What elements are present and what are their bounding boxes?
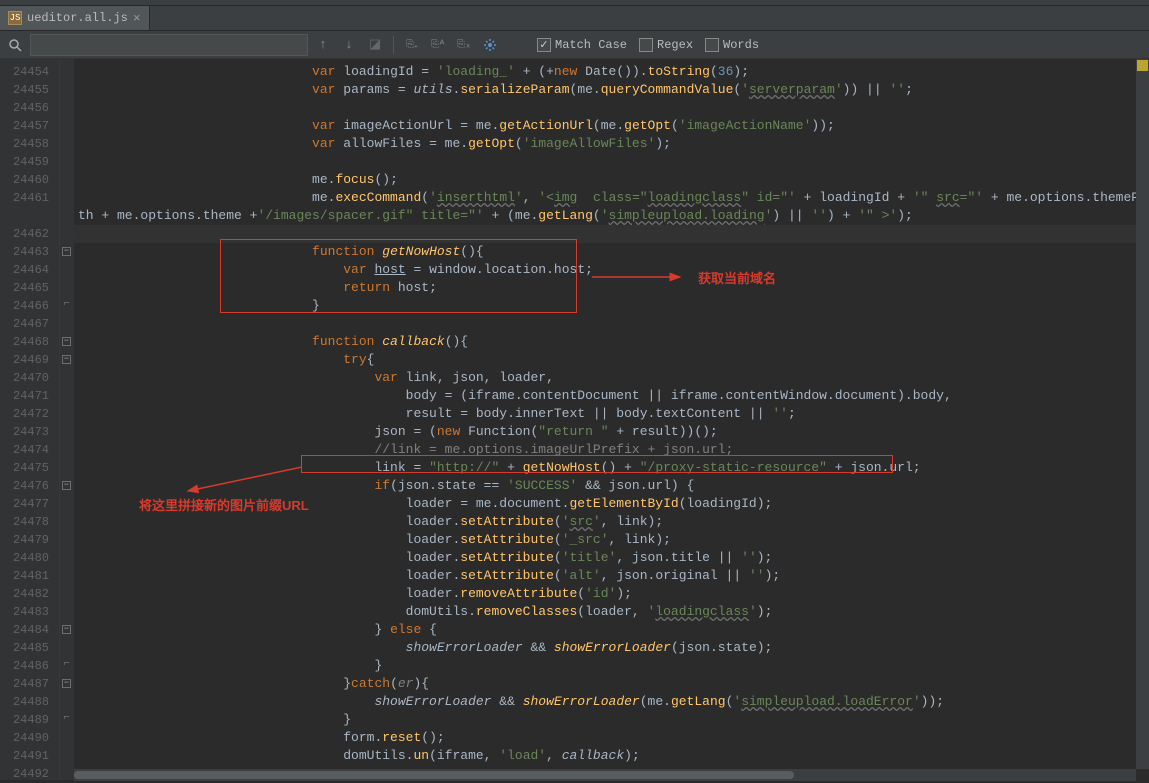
annotation-arrow-1 (592, 271, 687, 283)
select-all-icon[interactable]: ⎘ᴬ (427, 34, 449, 56)
scrollbar-thumb[interactable] (74, 771, 794, 779)
match-case-checkbox[interactable]: Match Case (537, 38, 627, 52)
remove-occurrence-icon[interactable]: ⎘ₓ (453, 34, 475, 56)
fold-gutter: −⌐−−−−⌐−⌐ (60, 59, 74, 780)
settings-icon[interactable] (479, 34, 501, 56)
vertical-scrollbar[interactable] (1136, 59, 1149, 769)
line-number-gutter: 2445424455244562445724458244592446024461… (0, 59, 60, 780)
words-checkbox[interactable]: Words (705, 38, 759, 52)
annotation-text-2: 将这里拼接新的图片前缀URL (139, 495, 309, 514)
close-icon[interactable]: × (133, 11, 141, 26)
editor-area: 2445424455244562445724458244592446024461… (0, 59, 1149, 780)
inspection-indicator-icon[interactable] (1137, 60, 1148, 71)
add-selection-icon[interactable]: ⎘₊ (401, 34, 423, 56)
horizontal-scrollbar[interactable] (74, 769, 1136, 781)
js-file-icon: JS (8, 11, 22, 25)
tab-filename: ueditor.all.js (27, 11, 128, 25)
code-content[interactable]: 获取当前域名 将这里拼接新的图片前缀URL var loadingId = 'l… (74, 59, 1149, 780)
annotation-text-1: 获取当前域名 (698, 268, 776, 287)
file-tab[interactable]: JS ueditor.all.js × (0, 6, 150, 30)
search-input[interactable] (30, 34, 308, 56)
annotation-arrow-2 (184, 465, 304, 495)
search-icon[interactable] (4, 34, 26, 56)
regex-checkbox[interactable]: Regex (639, 38, 693, 52)
next-match-icon[interactable]: ↓ (338, 34, 360, 56)
find-toolbar: ↑ ↓ ◪ ⎘₊ ⎘ᴬ ⎘ₓ Match Case Regex Words (0, 31, 1149, 59)
filter-icon[interactable]: ◪ (364, 34, 386, 56)
tab-bar: JS ueditor.all.js × (0, 6, 1149, 31)
separator (393, 36, 394, 54)
prev-match-icon[interactable]: ↑ (312, 34, 334, 56)
